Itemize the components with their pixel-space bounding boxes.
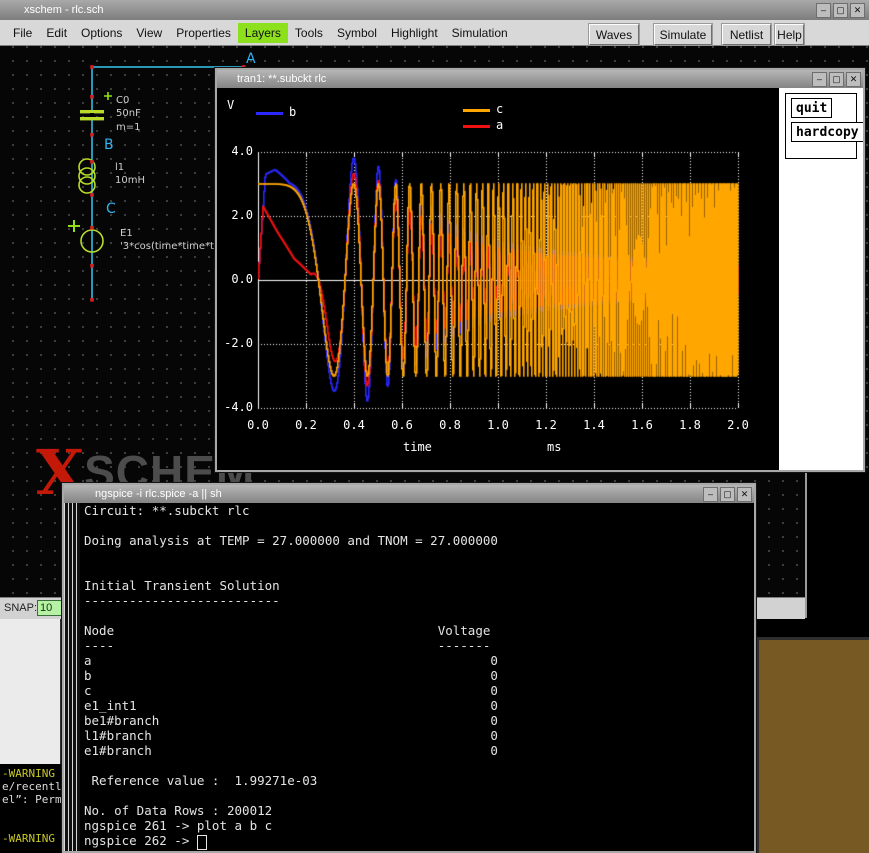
menu-edit[interactable]: Edit — [39, 23, 74, 43]
legend-swatch-a — [463, 125, 490, 128]
y-axis-unit-label: V — [227, 98, 234, 112]
y-tick-label: 4.0 — [219, 144, 253, 158]
y-tick-label: 2.0 — [219, 208, 253, 222]
xschem-titlebar[interactable]: xschem - rlc.sch – ▢ ✕ — [0, 0, 869, 20]
x-tick-label: 1.0 — [480, 418, 516, 432]
capacitor-mult-label: m=1 — [116, 122, 140, 133]
netlist-button[interactable]: Netlist — [722, 24, 771, 45]
y-tick-label: -4.0 — [219, 400, 253, 414]
x-tick-label: 1.4 — [576, 418, 612, 432]
y-tick-label: 0.0 — [219, 272, 253, 286]
maximize-icon[interactable]: ▢ — [833, 3, 848, 18]
menu-view[interactable]: View — [129, 23, 169, 43]
capacitor-symbol — [80, 110, 104, 113]
x-tick-label: 0.8 — [432, 418, 468, 432]
maximize-icon[interactable]: ▢ — [720, 487, 735, 502]
x-axis-unit-label: ms — [547, 440, 561, 454]
menu-simulation[interactable]: Simulation — [445, 23, 515, 43]
legend-label-c: c — [496, 102, 503, 116]
xschem-right-border — [805, 472, 807, 618]
simulate-button[interactable]: Simulate — [654, 24, 712, 45]
x-tick-label: 1.2 — [528, 418, 564, 432]
plot-button-box: quit hardcopy — [785, 93, 857, 159]
menu-tools[interactable]: Tools — [288, 23, 330, 43]
menu-options[interactable]: Options — [74, 23, 129, 43]
x-tick-label: 0.2 — [288, 418, 324, 432]
legend-label-b: b — [289, 105, 296, 119]
menu-highlight[interactable]: Highlight — [384, 23, 445, 43]
capacitor-ref-label: C0 — [116, 95, 129, 106]
plot-titlebar[interactable]: tran1: **.subckt rlc – ▢ ✕ — [217, 70, 863, 88]
waves-button[interactable]: Waves — [589, 24, 639, 45]
plot-window: tran1: **.subckt rlc – ▢ ✕ V b ca 0.0 0.2 0… — [215, 68, 865, 472]
minimize-icon[interactable]: – — [812, 72, 827, 87]
x-tick-label: 1.6 — [624, 418, 660, 432]
net-label-a: A — [246, 51, 256, 67]
minimize-icon[interactable]: – — [816, 3, 831, 18]
legend-swatch-c — [463, 109, 490, 112]
menu-layers[interactable]: Layers — [238, 23, 288, 43]
warning-line: e/recently — [2, 780, 62, 793]
desktop: xschem - rlc.sch – ▢ ✕ FileEditOptionsVi… — [0, 0, 869, 853]
terminal-cursor — [197, 835, 207, 850]
capacitor-value-label: 50nF — [116, 108, 141, 119]
net-label-c: C — [106, 201, 116, 217]
desktop-black-area — [805, 472, 869, 637]
x-tick-label: 1.8 — [672, 418, 708, 432]
warning-line: el”: Perm — [2, 793, 62, 806]
y-tick-label: -2.0 — [219, 336, 253, 350]
x-tick-label: 0.0 — [240, 418, 276, 432]
plot-area: V b ca 0.0 0.2 0.4 0.6 0.8 1.0 1.2 1.4 1.6 1.8 2.0 4… — [217, 88, 863, 470]
help-button[interactable]: Help — [775, 24, 804, 45]
terminal-text: Circuit: **.subckt rlc Doing analysis at… — [84, 503, 498, 848]
hardcopy-button[interactable]: hardcopy — [791, 122, 863, 142]
menu-properties[interactable]: Properties — [169, 23, 238, 43]
snap-label: SNAP: — [4, 602, 37, 614]
close-icon[interactable]: ✕ — [737, 487, 752, 502]
inductor-ref-label: l1 — [115, 162, 124, 173]
background-window-fragment — [0, 619, 62, 766]
net-label-b: B — [104, 137, 114, 153]
close-icon[interactable]: ✕ — [850, 3, 865, 18]
terminal-window: ngspice -i rlc.spice -a || sh – ▢ ✕ Circ… — [62, 483, 756, 853]
warning-line: -WARNING — [2, 832, 55, 845]
plot-side-panel: quit hardcopy — [779, 88, 863, 470]
x-axis-label: time — [403, 440, 432, 454]
x-tick-label: 0.6 — [384, 418, 420, 432]
terminal-window-title: ngspice -i rlc.spice -a || sh — [95, 488, 222, 500]
x-tick-label: 0.4 — [336, 418, 372, 432]
quit-button[interactable]: quit — [791, 98, 832, 118]
background-terminal: -WARNINGe/recentlyel”: Perm-WARNING — [0, 764, 62, 853]
inductor-value-label: 10mH — [115, 175, 145, 186]
x-tick-label: 2.0 — [720, 418, 756, 432]
source-ref-label: E1 — [120, 228, 133, 239]
legend-swatch-b — [256, 112, 283, 115]
warning-line: -WARNING — [2, 767, 55, 780]
menu-symbol[interactable]: Symbol — [330, 23, 384, 43]
legend-label-a: a — [496, 118, 503, 132]
waveform-canvas — [217, 88, 781, 470]
xschem-window-title: xschem - rlc.sch — [24, 4, 103, 16]
terminal-scrollbar[interactable] — [64, 503, 80, 851]
terminal-content[interactable]: Circuit: **.subckt rlc Doing analysis at… — [64, 503, 754, 851]
maximize-icon[interactable]: ▢ — [829, 72, 844, 87]
terminal-titlebar[interactable]: ngspice -i rlc.spice -a || sh – ▢ ✕ — [64, 485, 754, 503]
background-brown-window — [756, 637, 869, 853]
plot-window-title: tran1: **.subckt rlc — [237, 73, 326, 85]
close-icon[interactable]: ✕ — [846, 72, 861, 87]
minimize-icon[interactable]: – — [703, 487, 718, 502]
menu-file[interactable]: File — [6, 23, 39, 43]
